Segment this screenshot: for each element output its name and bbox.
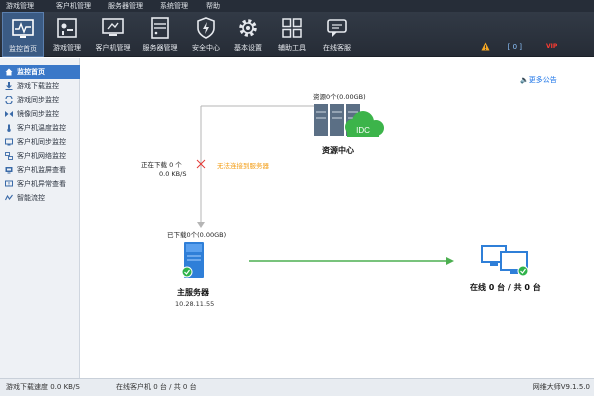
sidebar-item-client-exception[interactable]: 客户机异常查看	[0, 177, 80, 191]
sidebar-item-client-screen[interactable]: 客户机监屏查看	[0, 163, 80, 177]
client-monitors-icon[interactable]	[481, 245, 529, 277]
sidebar-item-smart-flow[interactable]: 智能流控	[0, 191, 80, 205]
shield-bolt-icon	[197, 17, 215, 39]
idc-label: IDC	[356, 126, 370, 135]
menu-bar: 游戏管理 客户机管理 服务器管理 系统管理 帮助	[0, 0, 594, 12]
sidebar-item-label: 客户机异常查看	[17, 180, 66, 188]
client-sync-icon	[5, 138, 13, 146]
status-online-clients: 在线客户机 0 台 / 共 0 台	[116, 383, 197, 391]
topology-diagram: IDC	[181, 104, 529, 278]
connection-warning: 无法连接到服务器	[217, 162, 269, 170]
toolbar-server-manage[interactable]: 服务器管理	[138, 12, 182, 57]
status-bar: 游戏下载速度 0.0 KB/S 在线客户机 0 台 / 共 0 台 网维大师V9…	[0, 378, 594, 396]
online-client-count[interactable]: 在线 0 台 / 共 0 台	[470, 282, 541, 293]
warning-icon[interactable]	[481, 42, 490, 51]
menu-game[interactable]: 游戏管理	[6, 0, 34, 12]
vip-badge[interactable]: VIP	[546, 43, 557, 50]
sidebar-item-mirror-sync[interactable]: 镜像同步监控	[0, 107, 80, 121]
toolbar-basic-settings[interactable]: 基本设置	[228, 12, 268, 57]
downloading-count: 正在下载 0 个	[141, 161, 182, 169]
sidebar: 监控首页 游戏下载监控 游戏同步监控 镜像同步监控 客户机温度监控 客户机同步监…	[0, 58, 80, 378]
toolbar-label: 游戏管理	[53, 44, 81, 52]
toolbar-label: 基本设置	[234, 44, 262, 52]
resource-center-icon[interactable]: IDC	[314, 104, 384, 137]
menu-server[interactable]: 服务器管理	[108, 0, 143, 12]
sync-icon	[5, 96, 13, 104]
main-server-ip: 10.28.11.55	[175, 300, 215, 308]
main-server-icon[interactable]	[181, 242, 204, 278]
sidebar-item-label: 客户机监屏查看	[17, 166, 66, 174]
toolbar-online-service[interactable]: 在线客服	[316, 12, 358, 57]
sidebar-item-label: 镜像同步监控	[17, 110, 59, 118]
thermometer-icon	[7, 124, 11, 132]
resource-center-title[interactable]: 资源中心	[322, 145, 354, 156]
flow-control-icon	[5, 194, 13, 201]
more-notices-label: 更多公告	[528, 76, 557, 84]
menu-help[interactable]: 帮助	[206, 0, 220, 12]
toolbar-label: 监控首页	[9, 45, 37, 53]
down-arrow-icon	[197, 222, 205, 228]
toolbar-label: 客户机管理	[95, 44, 131, 52]
sidebar-item-label: 智能流控	[17, 194, 45, 202]
monitor-home-panel: IDC 🔈更多公告 资源0个(0.00GB) 资源中心 正在下载 0 个 0.0…	[81, 58, 594, 378]
alert-monitor-icon	[5, 180, 13, 187]
status-game-speed: 游戏下载速度 0.0 KB/S	[6, 383, 80, 391]
downloaded-count: 已下载0个(0.00GB)	[167, 231, 227, 239]
toolbar-game-manage[interactable]: 游戏管理	[46, 12, 88, 57]
toolbar-label: 在线客服	[323, 44, 351, 52]
sidebar-item-label: 客户机网络监控	[17, 152, 66, 160]
client-pc-icon	[102, 18, 124, 36]
toolbar-security-center[interactable]: 安全中心	[186, 12, 226, 57]
gear-icon	[239, 19, 257, 37]
chat-icon	[327, 19, 347, 37]
main-server-title[interactable]: 主服务器	[177, 287, 209, 298]
toolbar-label: 安全中心	[192, 44, 220, 52]
sidebar-item-game-download[interactable]: 游戏下载监控	[0, 79, 80, 93]
toolbar-monitor-home[interactable]: 监控首页	[2, 12, 44, 57]
gamepad-icon	[57, 18, 77, 38]
sidebar-item-label: 游戏同步监控	[17, 96, 59, 104]
sidebar-item-client-network[interactable]: 客户机网络监控	[0, 149, 80, 163]
menu-client[interactable]: 客户机管理	[56, 0, 91, 12]
toolbar: 监控首页 游戏管理 客户机管理 服务器管理 安全中心 基本设置 辅助工具 在线客…	[0, 12, 594, 57]
alert-count[interactable]: [ 0 ]	[508, 43, 522, 51]
toolbar-client-manage[interactable]: 客户机管理	[92, 12, 134, 57]
sidebar-item-label: 游戏下载监控	[17, 82, 59, 90]
sidebar-item-label: 监控首页	[17, 68, 45, 76]
status-version: 网维大师V9.1.5.0	[532, 383, 590, 391]
network-icon	[5, 152, 13, 160]
toolbar-label: 服务器管理	[142, 44, 178, 52]
sidebar-item-label: 客户机同步监控	[17, 138, 66, 146]
right-arrow-icon	[446, 257, 454, 265]
home-icon	[5, 68, 13, 76]
sidebar-item-monitor-home[interactable]: 监控首页	[0, 65, 80, 79]
megaphone-icon: 🔈	[520, 76, 529, 84]
more-notices-link[interactable]: 🔈更多公告	[520, 75, 557, 85]
monitor-pulse-icon	[12, 19, 34, 38]
toolbar-label: 辅助工具	[278, 44, 306, 52]
mirror-icon	[5, 111, 13, 117]
menu-system[interactable]: 系统管理	[160, 0, 188, 12]
tools-grid-icon	[282, 18, 302, 38]
download-speed: 0.0 KB/S	[159, 170, 187, 178]
server-icon	[151, 17, 169, 39]
sidebar-item-label: 客户机温度监控	[17, 124, 66, 132]
sidebar-item-game-sync[interactable]: 游戏同步监控	[0, 93, 80, 107]
sidebar-item-client-sync[interactable]: 客户机同步监控	[0, 135, 80, 149]
sidebar-item-client-temperature[interactable]: 客户机温度监控	[0, 121, 80, 135]
download-icon	[5, 82, 13, 90]
toolbar-aux-tools[interactable]: 辅助工具	[272, 12, 312, 57]
screen-icon	[5, 167, 13, 174]
resource-count: 资源0个(0.00GB)	[313, 93, 366, 101]
app-window: 游戏管理 客户机管理 服务器管理 系统管理 帮助 监控首页 游戏管理 客户机管理…	[0, 0, 594, 396]
